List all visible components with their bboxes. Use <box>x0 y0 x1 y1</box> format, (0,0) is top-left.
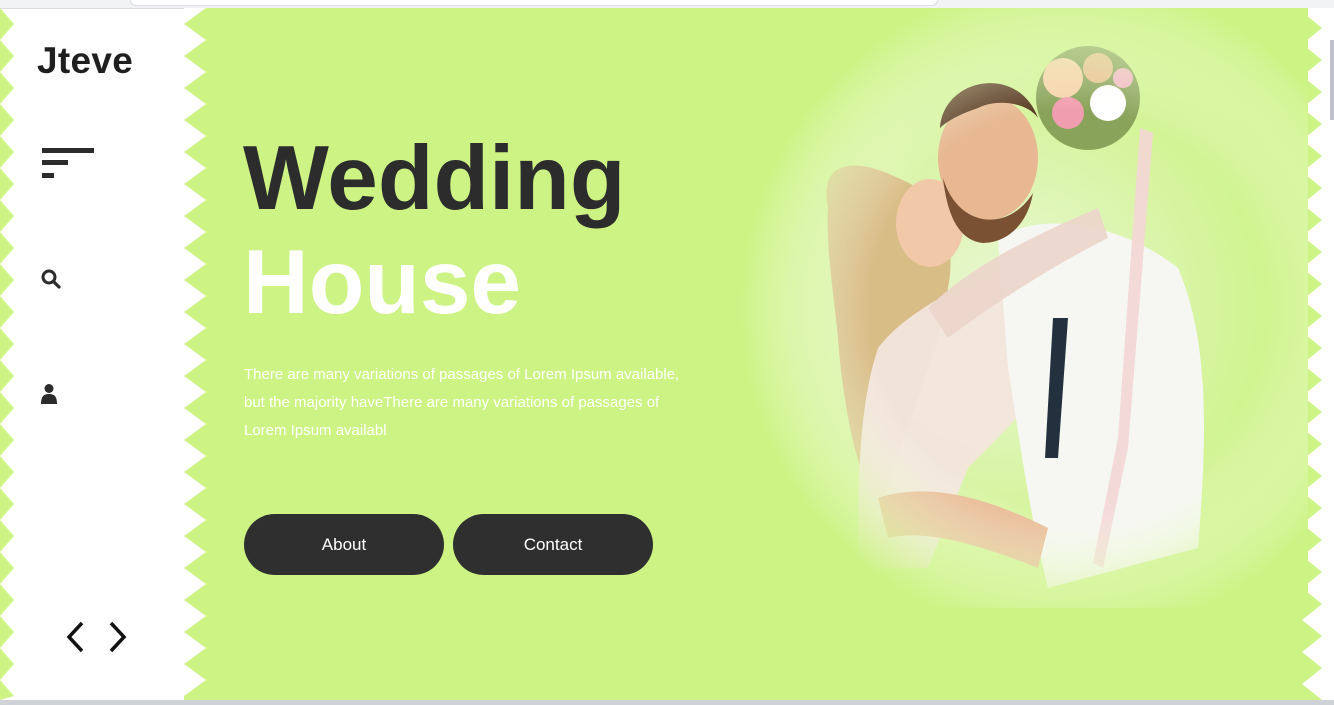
brand-logo[interactable]: Jteve <box>37 40 133 82</box>
contact-button[interactable]: Contact <box>453 514 653 575</box>
hero-description: There are many variations of passages of… <box>244 366 680 439</box>
chevron-right-icon[interactable] <box>107 620 129 654</box>
browser-bottom-strip <box>0 700 1334 705</box>
about-button[interactable]: About <box>244 514 444 575</box>
wedding-couple-image <box>708 8 1308 608</box>
search-icon[interactable] <box>40 268 62 290</box>
hero-title-line2: House <box>243 232 522 333</box>
address-bar[interactable] <box>130 0 938 6</box>
user-icon[interactable] <box>40 383 58 405</box>
hero-left-zigzag <box>184 8 206 700</box>
scrollbar-thumb[interactable] <box>1330 40 1334 120</box>
menu-icon[interactable] <box>40 148 96 182</box>
hero-title-line1: Wedding <box>243 128 626 229</box>
left-zigzag-decoration <box>0 8 14 700</box>
chevron-left-icon[interactable] <box>64 620 86 654</box>
